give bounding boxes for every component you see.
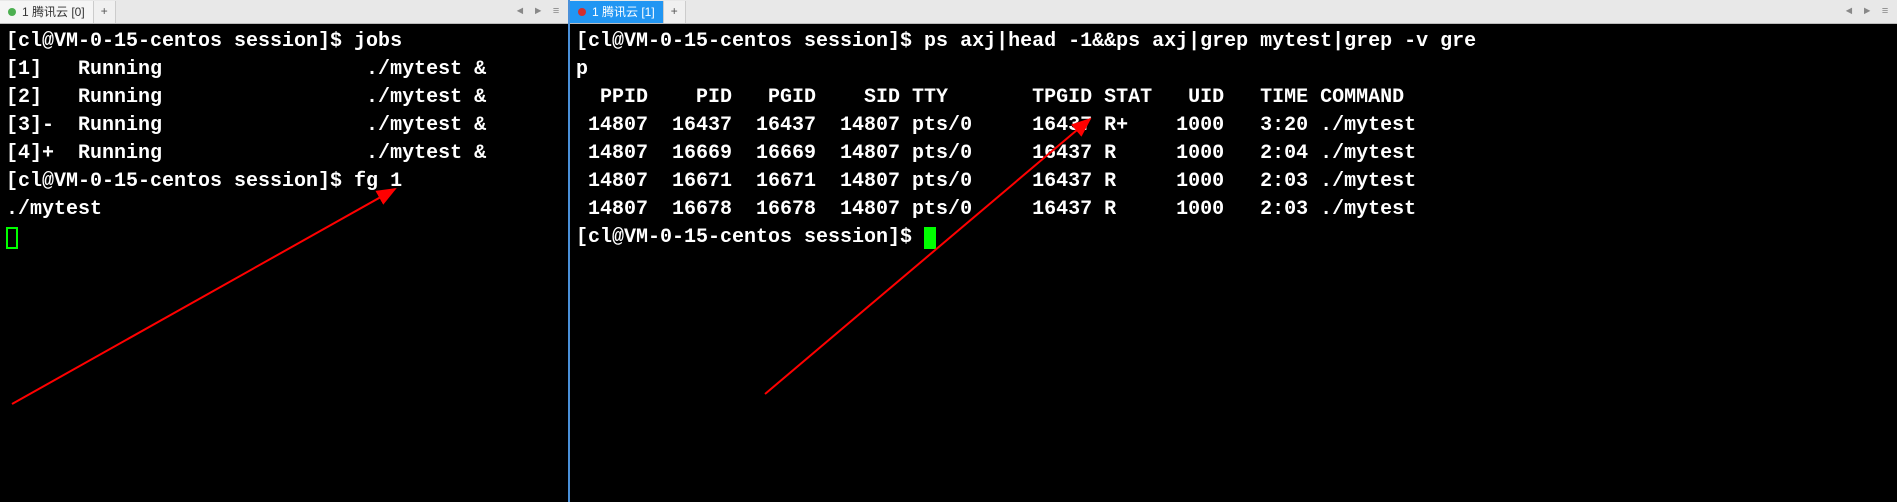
- terminal-line: 14807 16671 16671 14807 pts/0 16437 R 10…: [576, 168, 1891, 196]
- tab-add-button[interactable]: +: [664, 1, 686, 23]
- terminal-prompt-line: [cl@VM-0-15-centos session]$: [576, 224, 1891, 252]
- terminal-prompt-text: [cl@VM-0-15-centos session]$: [576, 226, 924, 249]
- tab-nav-right: ◄ ► ≡: [1841, 4, 1897, 20]
- tab-right-0[interactable]: 1 腾讯云 [1]: [570, 1, 664, 23]
- tab-left-0[interactable]: 1 腾讯云 [0]: [0, 1, 94, 23]
- terminal-line: 14807 16678 16678 14807 pts/0 16437 R 10…: [576, 196, 1891, 224]
- tab-label: 1 腾讯云 [0]: [22, 3, 85, 20]
- plus-icon: +: [671, 5, 678, 19]
- status-dot-icon: [8, 8, 16, 16]
- terminal-line: 14807 16437 16437 14807 pts/0 16437 R+ 1…: [576, 112, 1891, 140]
- terminal-line: [cl@VM-0-15-centos session]$ ps axj|head…: [576, 28, 1891, 56]
- nav-left-icon[interactable]: ◄: [512, 4, 528, 20]
- terminal-line: ./mytest: [6, 196, 562, 224]
- right-pane: 1 腾讯云 [1] + ◄ ► ≡ [cl@VM-0-15-centos ses…: [570, 0, 1897, 502]
- tab-label: 1 腾讯云 [1]: [592, 3, 655, 20]
- terminal-line: [3]- Running ./mytest &: [6, 112, 562, 140]
- terminal-line: p: [576, 56, 1891, 84]
- tabbar-left: 1 腾讯云 [0] + ◄ ► ≡: [0, 0, 568, 24]
- terminal-line: [1] Running ./mytest &: [6, 56, 562, 84]
- tab-add-button[interactable]: +: [94, 1, 116, 23]
- status-dot-icon: [578, 8, 586, 16]
- cursor-icon: [6, 227, 18, 249]
- terminal-line: [cl@VM-0-15-centos session]$ fg 1: [6, 168, 562, 196]
- terminal-line: [cl@VM-0-15-centos session]$ jobs: [6, 28, 562, 56]
- nav-right-icon[interactable]: ►: [530, 4, 546, 20]
- nav-menu-icon[interactable]: ≡: [548, 4, 564, 20]
- left-pane: 1 腾讯云 [0] + ◄ ► ≡ [cl@VM-0-15-centos ses…: [0, 0, 570, 502]
- nav-right-icon[interactable]: ►: [1859, 4, 1875, 20]
- terminal-line: [4]+ Running ./mytest &: [6, 140, 562, 168]
- tab-nav-left: ◄ ► ≡: [512, 4, 568, 20]
- terminal-cursor-line: [6, 224, 562, 252]
- terminal-left[interactable]: [cl@VM-0-15-centos session]$ jobs [1] Ru…: [0, 24, 568, 502]
- terminal-right[interactable]: [cl@VM-0-15-centos session]$ ps axj|head…: [570, 24, 1897, 502]
- nav-left-icon[interactable]: ◄: [1841, 4, 1857, 20]
- plus-icon: +: [101, 5, 108, 19]
- tabbar-right: 1 腾讯云 [1] + ◄ ► ≡: [570, 0, 1897, 24]
- nav-menu-icon[interactable]: ≡: [1877, 4, 1893, 20]
- terminal-line: 14807 16669 16669 14807 pts/0 16437 R 10…: [576, 140, 1891, 168]
- terminal-line: PPID PID PGID SID TTY TPGID STAT UID TIM…: [576, 84, 1891, 112]
- terminal-line: [2] Running ./mytest &: [6, 84, 562, 112]
- cursor-icon: [924, 227, 936, 249]
